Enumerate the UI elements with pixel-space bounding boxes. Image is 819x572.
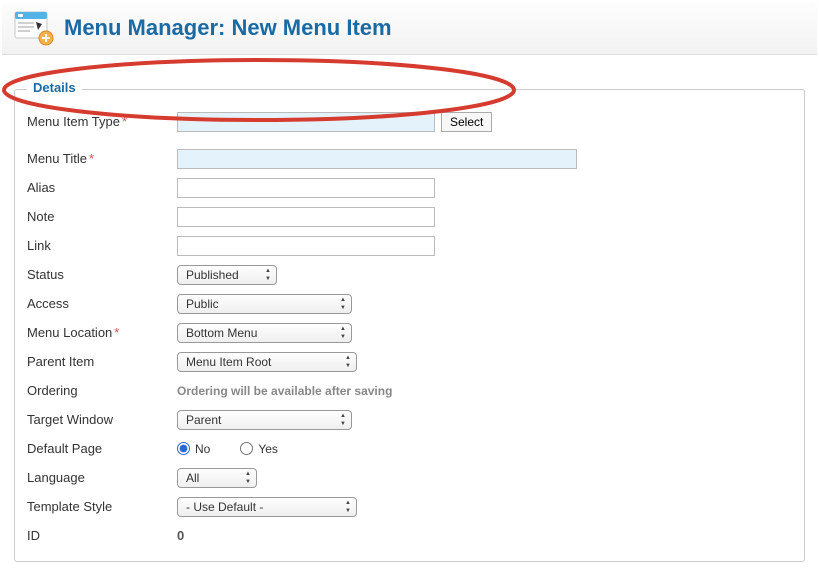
label-status: Status [27, 267, 177, 282]
default-page-no-radio[interactable] [177, 442, 190, 455]
label-menu-item-type: Menu Item Type* [27, 114, 177, 129]
menu-location-select[interactable]: Bottom Menu [177, 323, 352, 343]
default-page-no[interactable]: No [177, 442, 210, 456]
menu-manager-icon [14, 10, 54, 46]
label-default-page: Default Page [27, 441, 177, 456]
label-alias: Alias [27, 180, 177, 195]
details-fieldset: Details Menu Item Type* Select Menu Titl… [14, 89, 805, 562]
select-type-button[interactable]: Select [441, 112, 492, 132]
page-header: Menu Manager: New Menu Item [2, 2, 817, 55]
target-window-select[interactable]: Parent [177, 410, 352, 430]
access-select[interactable]: Public [177, 294, 352, 314]
id-value: 0 [177, 528, 184, 543]
label-id: ID [27, 528, 177, 543]
fieldset-legend: Details [27, 80, 82, 95]
label-language: Language [27, 470, 177, 485]
language-select[interactable]: All [177, 468, 257, 488]
label-menu-title: Menu Title* [27, 151, 177, 166]
label-access: Access [27, 296, 177, 311]
alias-input[interactable] [177, 178, 435, 198]
label-note: Note [27, 209, 177, 224]
menu-title-input[interactable] [177, 149, 577, 169]
link-input[interactable] [177, 236, 435, 256]
default-page-yes[interactable]: Yes [240, 442, 278, 456]
page-title: Menu Manager: New Menu Item [64, 15, 392, 41]
default-page-yes-radio[interactable] [240, 442, 253, 455]
ordering-note: Ordering will be available after saving [177, 384, 392, 398]
template-style-select[interactable]: - Use Default - [177, 497, 357, 517]
status-select[interactable]: Published [177, 265, 277, 285]
label-target-window: Target Window [27, 412, 177, 427]
label-link: Link [27, 238, 177, 253]
menu-item-type-input[interactable] [177, 112, 435, 132]
label-ordering: Ordering [27, 383, 177, 398]
parent-item-select[interactable]: Menu Item Root [177, 352, 357, 372]
note-input[interactable] [177, 207, 435, 227]
label-menu-location: Menu Location* [27, 325, 177, 340]
label-template-style: Template Style [27, 499, 177, 514]
label-parent-item: Parent Item [27, 354, 177, 369]
